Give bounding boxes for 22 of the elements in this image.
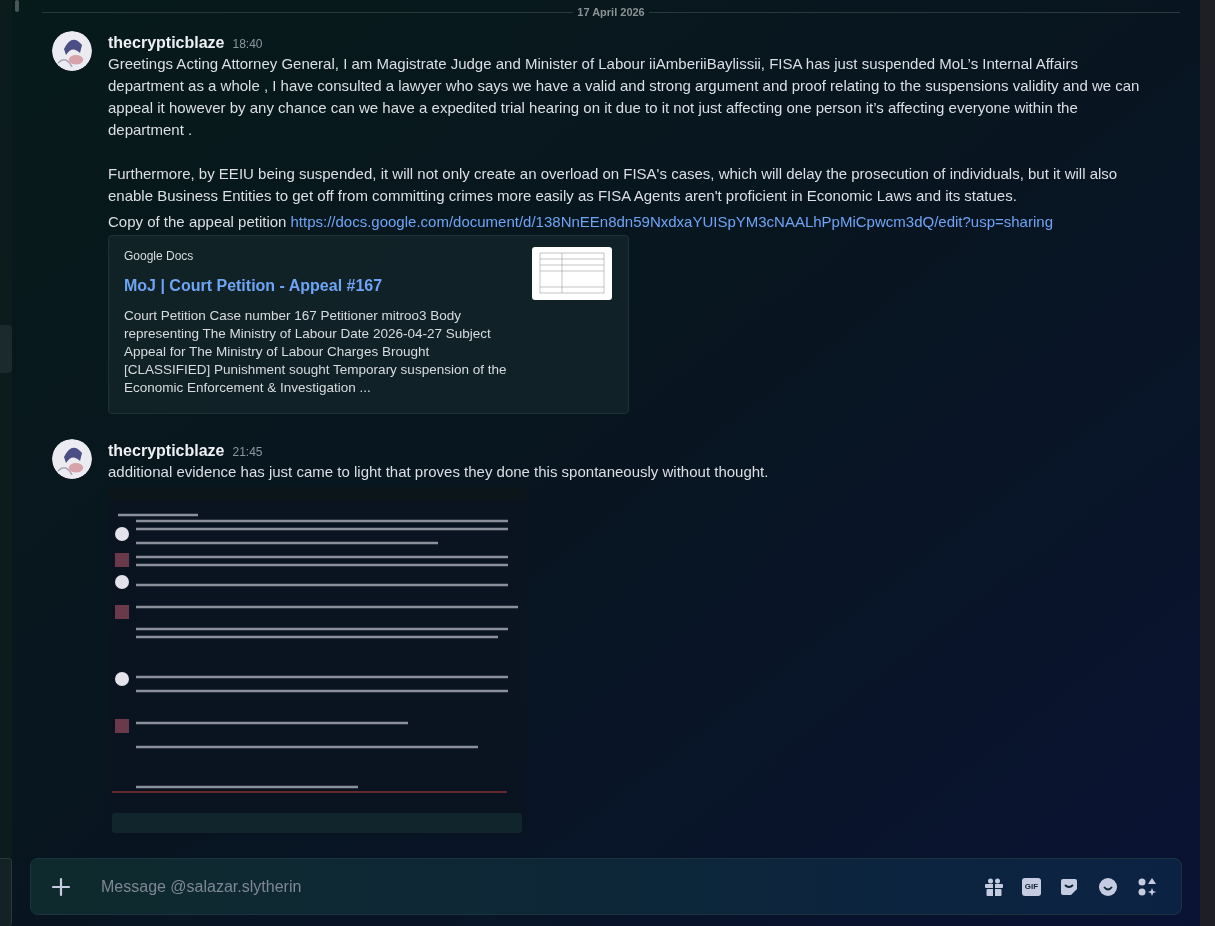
embed-title[interactable]: MoJ | Court Petition - Appeal #167: [124, 274, 516, 298]
embed-provider: Google Docs: [124, 248, 195, 265]
emoji-icon[interactable]: [1097, 875, 1119, 898]
avatar[interactable]: [52, 439, 92, 479]
embed-description: Court Petition Case number 167 Petitioner mitroo3 Body representing The Ministry of Labour Date 2026-04-27 Subject Appeal for The Ministry of Labour Charges Brought [CLASSIFIED] Punishment sought Temporary suspension of the Economic Enforcement & Investigation ...: [124, 307, 508, 397]
username[interactable]: thecrypticblaze: [108, 31, 225, 55]
username[interactable]: thecrypticblaze: [108, 439, 225, 463]
message-text: Copy of the appeal petition: [108, 212, 287, 232]
timestamp: 18:40: [232, 36, 263, 53]
date-divider: 17 April 2026: [576, 4, 646, 20]
document-link[interactable]: https://docs.google.com/document/d/138NnEEn8dn59NxdxaYUISpYM3cNAALhPpMiCpwcm3dQ/edit?usp=sharing: [290, 211, 1053, 233]
document-thumbnail[interactable]: [532, 247, 612, 300]
scrollbar-thumb[interactable]: [15, 0, 19, 12]
message-text: additional evidence has just came to light that proves they done this spontaneously without thought.: [108, 462, 770, 482]
gif-button[interactable]: GIF: [1022, 877, 1041, 896]
timestamp: 21:45: [232, 444, 263, 461]
message-text: Furthermore, by EEIU being suspended, it will not only create an overload on FISA's cases, which will delay the prosecution of individuals, but it will also enable Business Entities to get off from committing crimes more easily as FISA Agents aren't proficient in Economic Laws and its statues.: [108, 164, 1119, 206]
avatar[interactable]: [52, 31, 92, 71]
message-text: Greetings Acting Attorney General, I am Magistrate Judge and Minister of Labour iiAmberiiBaylissii, FISA has just suspended MoL’s Internal Affairs department as a whole , I have consulted a lawyer who says we have a valid and strong argument and proof relating to the suspensions validity and we can appeal it however by any chance can we have a expedited trial hearing on it due to it not just affecting one person it’s affecting everyone within the department .: [108, 54, 1141, 140]
message-input[interactable]: Message @salazar.slytherin: [101, 874, 983, 899]
plus-icon[interactable]: [51, 876, 71, 897]
message-composer[interactable]: Message @salazar.slytherin GIF: [30, 858, 1182, 915]
